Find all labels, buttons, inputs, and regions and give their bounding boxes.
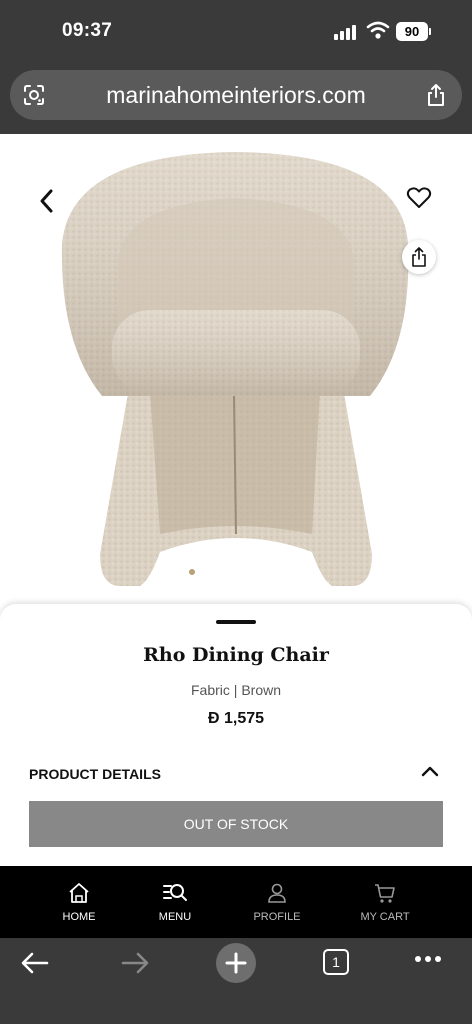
nav-menu-label: MENU: [158, 911, 192, 923]
carousel-dot-active[interactable]: [189, 569, 195, 575]
product-info-sheet: Rho Dining Chair Fabric | Brown Đ 1,575 …: [0, 604, 472, 866]
nav-home[interactable]: HOME: [29, 866, 129, 938]
battery-level: 90: [396, 22, 428, 41]
site-bottom-nav: HOME MENU PROFILE MY CART: [0, 866, 472, 938]
nav-menu[interactable]: MENU: [125, 866, 225, 938]
tab-switcher-button[interactable]: 1: [323, 949, 349, 975]
plus-icon: [225, 952, 247, 974]
heart-icon[interactable]: [406, 186, 432, 210]
product-variant: Fabric | Brown: [191, 682, 281, 698]
browser-address-area: marinahomeinteriors.com: [0, 64, 472, 134]
browser-toolbar: 1: [0, 938, 472, 1024]
wifi-icon: [366, 21, 390, 39]
address-bar[interactable]: marinahomeinteriors.com: [10, 70, 462, 120]
back-chevron-icon[interactable]: [36, 188, 58, 214]
home-icon: [69, 883, 89, 903]
chevron-up-icon[interactable]: [420, 764, 440, 778]
product-title: Rho Dining Chair: [143, 644, 329, 666]
product-image: [61, 152, 409, 586]
nav-profile[interactable]: PROFILE: [227, 866, 327, 938]
product-image-carousel[interactable]: [0, 134, 472, 606]
nav-cart-label: MY CART: [360, 911, 410, 923]
page-content: Rho Dining Chair Fabric | Brown Đ 1,575 …: [0, 134, 472, 866]
share-icon: [412, 247, 426, 267]
product-details-toggle[interactable]: PRODUCT DETAILS: [29, 766, 161, 782]
product-price: Đ 1,575: [207, 710, 265, 727]
status-bar: 09:37 90: [0, 0, 472, 64]
new-tab-button[interactable]: [216, 943, 256, 983]
more-options-icon[interactable]: [414, 955, 442, 963]
status-time: 09:37: [62, 20, 113, 41]
url-text: marinahomeinteriors.com: [106, 82, 366, 108]
browser-forward-icon[interactable]: [120, 950, 150, 976]
nav-profile-label: PROFILE: [253, 911, 301, 923]
out-of-stock-button[interactable]: OUT OF STOCK: [29, 801, 443, 847]
menu-search-icon: [163, 884, 187, 901]
nav-home-label: HOME: [62, 911, 96, 923]
sheet-drag-handle[interactable]: [216, 620, 256, 624]
share-icon[interactable]: [426, 83, 446, 107]
share-button[interactable]: [402, 240, 436, 274]
battery-icon: [429, 28, 431, 35]
cart-icon: [375, 884, 395, 903]
cellular-signal-icon: [334, 24, 360, 40]
profile-icon: [268, 883, 286, 903]
nav-cart[interactable]: MY CART: [335, 866, 435, 938]
browser-back-icon[interactable]: [20, 950, 50, 976]
